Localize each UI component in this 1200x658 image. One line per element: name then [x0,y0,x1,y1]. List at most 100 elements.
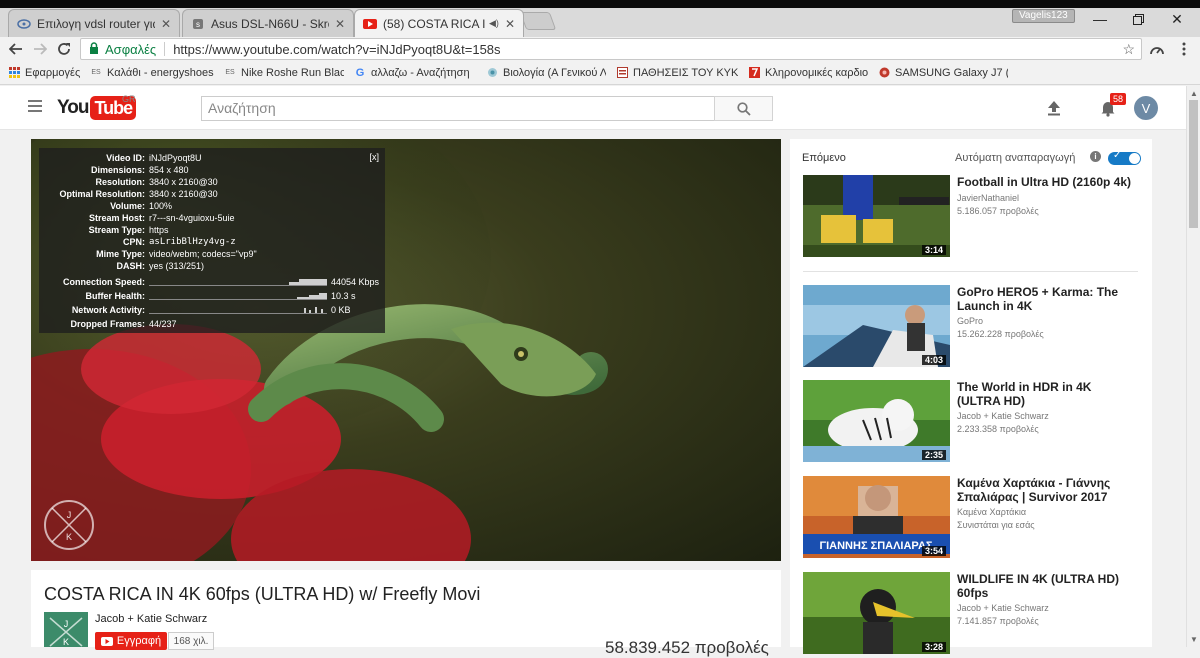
video-title[interactable]: GoPro HERO5 + Karma: The Launch in 4K [957,285,1137,313]
video-thumbnail[interactable]: 4:03 [803,285,950,367]
svg-text:K: K [66,532,72,542]
forum-icon [17,17,31,31]
search-button[interactable] [714,96,773,121]
search-input[interactable]: Αναζήτηση [201,96,715,121]
reload-button[interactable] [54,39,74,59]
chrome-menu-button[interactable] [1174,39,1194,59]
bookmark-label: SAMSUNG Galaxy J7 ( [895,66,1008,79]
up-next-video-item[interactable]: 2:35 The World in HDR in 4K (ULTRA HD) J… [803,380,1143,462]
view-count: 7.141.857 προβολές [957,616,1039,626]
recommendation-note: Συνιστάται για εσάς [957,520,1035,530]
close-tab-icon[interactable]: ✕ [505,17,515,31]
video-title[interactable]: Καμένα Χαρτάκια - Γιάννης Σπαλιάρας | Su… [957,476,1137,504]
video-duration: 3:54 [921,546,946,556]
video-thumbnail[interactable]: 2:35 [803,380,950,462]
extension-button[interactable] [1147,39,1167,59]
scroll-down-arrow-icon[interactable]: ▼ [1190,635,1198,644]
bookmark-klironomikes[interactable]: Κληρονομικές καρδιο [748,67,868,79]
stat-row-cpn: CPN: asLribBlHzy4vg-z [123,237,236,247]
bookmark-google-search[interactable]: G αλλαζω - Αναζήτηση [354,67,476,79]
google-icon: G [355,66,365,79]
tab-youtube-costa-rica[interactable]: (58) COSTA RICA IN 4 ◀) ✕ [354,9,524,37]
youtube-logo[interactable]: You Tube GR [57,94,137,120]
page-scrollbar[interactable]: ▲ ▼ [1186,86,1200,647]
up-next-video-item[interactable]: 4:03 GoPro HERO5 + Karma: The Launch in … [803,285,1143,367]
svg-text:J: J [67,510,72,520]
new-tab-button[interactable] [519,12,557,30]
red-icon [748,67,760,79]
bookmark-energyshoes-cart[interactable]: ES Καλάθι - energyshoes [90,67,214,79]
video-thumbnail[interactable]: ΓΙΑΝΝΗΣ ΣΠΑΛΙΑΡΑΣ 3:54 [803,476,950,558]
stat-row-stream-type: Stream Type: https [88,225,169,235]
audio-playing-icon[interactable]: ◀) [489,18,499,29]
forward-arrow-icon [34,43,47,55]
video-duration: 3:14 [921,245,946,255]
bookmark-apps[interactable]: Εφαρμογές [8,67,80,79]
stat-row-connection-speed: Connection Speed: 44054 Kbps [62,277,380,287]
video-title[interactable]: Football in Ultra HD (2160p 4k) [957,175,1137,189]
autoplay-label: Αυτόματη αναπαραγωγή [955,152,1076,164]
video-title[interactable]: WILDLIFE IN 4K (ULTRA HD) 60fps [957,572,1137,600]
video-title[interactable]: The World in HDR in 4K (ULTRA HD) [957,380,1137,408]
channel-avatar[interactable]: JK [44,612,88,647]
upload-icon[interactable] [1045,99,1063,117]
bookmark-label: ΠΑΘΗΣΕΙΣ ΤΟΥ ΚΥΚΛΟ [633,66,738,79]
bookmark-star-icon[interactable]: ☆ [1122,41,1135,58]
up-next-video-item[interactable]: ΓΙΑΝΝΗΣ ΣΠΑΛΙΑΡΑΣ 3:54 Καμένα Χαρτάκια -… [803,476,1143,558]
bio-icon [486,67,498,79]
up-next-video-item[interactable]: 3:14 Football in Ultra HD (2160p 4k) Jav… [803,175,1143,257]
bookmark-label: Καλάθι - energyshoes [107,66,214,79]
channel-name[interactable]: Jacob + Katie Schwarz [95,613,207,625]
youtube-play-icon [100,636,113,646]
stat-row-network-activity: Network Activity: 0 KB [71,305,351,315]
video-thumbnail[interactable]: 3:14 [803,175,950,257]
search-icon [736,101,751,116]
back-button[interactable] [6,39,26,59]
address-bar[interactable]: Ασφαλές https://www.youtube.com/watch?v=… [80,38,1142,60]
scrollbar-thumb[interactable] [1189,100,1198,228]
tab-asus-skroutz[interactable]: s Asus DSL-N66U - Skroutz ✕ [182,9,354,37]
bookmark-samsung-galaxy[interactable]: SAMSUNG Galaxy J7 ( [878,67,1008,79]
skroutz-icon: s [191,17,205,31]
view-count: 5.186.057 προβολές [957,206,1039,216]
notification-count-badge: 58 [1110,93,1127,105]
info-icon[interactable]: i [1090,151,1101,162]
es-icon: ES [225,69,235,76]
video-duration: 4:03 [921,355,946,365]
forward-button[interactable] [30,39,50,59]
up-next-video-item[interactable]: 3:28 WILDLIFE IN 4K (ULTRA HD) 60fps Jac… [803,572,1143,654]
close-window-button[interactable]: ✕ [1154,8,1200,30]
stat-row-dimensions: Dimensions: 854 x 480 [90,165,189,175]
tab-title: Επιλογη vdsl router για σ [37,16,155,31]
scroll-up-arrow-icon[interactable]: ▲ [1190,89,1198,98]
url-text[interactable]: https://www.youtube.com/watch?v=iNJdPyoq… [173,42,500,57]
video-thumbnail[interactable]: 3:28 [803,572,950,654]
channel-name: Καμένα Χαρτάκια [957,507,1027,517]
view-count: 15.262.228 προβολές [957,329,1044,339]
up-next-label: Επόμενο [802,152,846,164]
stat-row-buffer-health: Buffer Health: 10.3 s [85,291,356,301]
channel-name: Jacob + Katie Schwarz [957,603,1049,613]
view-count: 58.839.452 προβολές [605,638,769,657]
profile-badge[interactable]: Vagelis123 [1012,9,1075,23]
video-duration: 2:35 [921,450,946,460]
autoplay-toggle[interactable]: ✓ [1108,150,1141,165]
browser-toolbar: Ασφαλές https://www.youtube.com/watch?v=… [0,37,1200,61]
bookmark-label: Nike Roshe Run Black [241,66,344,79]
hamburger-menu-icon[interactable] [28,100,42,112]
more-vertical-icon [1182,42,1186,56]
stat-row-dash: DASH: yes (313/251) [116,261,205,271]
tab-vdsl-router[interactable]: Επιλογη vdsl router για σ ✕ [8,9,180,37]
up-next-sidebar: Επόμενο Αυτόματη αναπαραγωγή i ✓ 3:14 Fo… [790,139,1152,654]
buffer-health-graph [149,293,327,300]
stat-row-mime-type: Mime Type: video/webm; codecs="vp9" [96,249,257,259]
bookmark-biology[interactable]: Βιολογία (Α Γενικού Λ [486,67,606,79]
close-tab-icon[interactable]: ✕ [161,17,171,31]
reload-icon [58,43,70,55]
bookmark-pathiseis[interactable]: ΠΑΘΗΣΕΙΣ ΤΟΥ ΚΥΚΛΟ [616,67,738,79]
account-avatar[interactable]: V [1134,96,1158,120]
subscribe-button[interactable]: Εγγραφή [95,632,167,650]
close-tab-icon[interactable]: ✕ [335,17,345,31]
video-title: COSTA RICA IN 4K 60fps (ULTRA HD) w/ Fre… [44,584,481,604]
bookmark-nike-roshe[interactable]: ES Nike Roshe Run Black [224,67,344,79]
